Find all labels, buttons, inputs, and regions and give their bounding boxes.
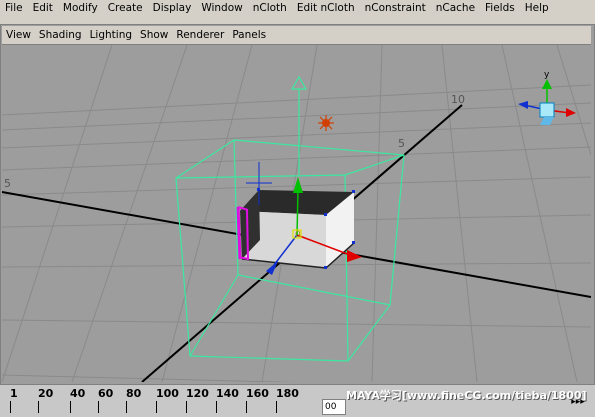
timeline-tick-mark — [186, 401, 187, 413]
grid-label-left: 5 — [4, 177, 11, 190]
viewport-panel: View Shading Lighting Show Renderer Panels — [0, 24, 595, 386]
menu-window[interactable]: Window — [196, 0, 247, 17]
view-cube-y-arrow-icon[interactable] — [542, 79, 552, 89]
viewport-canvas[interactable]: 5 10 5 0 y — [2, 45, 591, 382]
timeline-tick-label: 100 — [156, 387, 179, 400]
panel-menubar: View Shading Lighting Show Renderer Panels — [2, 26, 591, 45]
timeline-tick-mark — [98, 401, 99, 413]
panel-menu-renderer[interactable]: Renderer — [172, 26, 228, 44]
timeline-tick-label: 1 — [10, 387, 18, 400]
menu-file[interactable]: File — [0, 0, 28, 17]
timeline-tick-label: 120 — [186, 387, 209, 400]
menu-ncache[interactable]: nCache — [431, 0, 480, 17]
grid-label-right: 5 — [398, 137, 405, 150]
menu-display[interactable]: Display — [148, 0, 197, 17]
timeline-tick-label: 80 — [126, 387, 142, 400]
timeline-tick-mark — [246, 401, 247, 413]
timeline-tick-label: 20 — [38, 387, 54, 400]
manipulator-label: 0 — [295, 230, 301, 240]
menu-edit-ncloth[interactable]: Edit nCloth — [292, 0, 360, 17]
light-icon[interactable] — [318, 115, 334, 131]
view-cube-x-arrow-icon[interactable] — [566, 108, 576, 117]
x-axis-handle-icon[interactable] — [347, 250, 362, 262]
menu-nconstraint[interactable]: nConstraint — [360, 0, 431, 17]
timeline-tick-mark — [10, 401, 11, 413]
grid-label-top: 10 — [451, 93, 465, 106]
panel-menu-view[interactable]: View — [2, 26, 35, 44]
timeline-tick-mark — [38, 401, 39, 413]
main-menubar: File Edit Modify Create Display Window nCloth E… — [0, 0, 595, 17]
menu-create[interactable]: Create — [103, 0, 148, 17]
menu-ncloth[interactable]: nCloth — [248, 0, 292, 17]
menu-edit[interactable]: Edit — [28, 0, 58, 17]
view-cube-y-label: y — [544, 70, 550, 80]
time-slider[interactable]: 1 20 40 60 80 100 120 140 160 180 00 MAYA学习[www.f… — [0, 384, 595, 417]
current-frame-field[interactable]: 00 — [322, 399, 346, 415]
menu-fields[interactable]: Fields — [480, 0, 520, 17]
menu-modify[interactable]: Modify — [58, 0, 103, 17]
timeline-tick-mark — [216, 401, 217, 413]
timeline-tick-label: 160 — [246, 387, 269, 400]
perspective-viewport[interactable]: 5 10 5 0 y — [2, 45, 591, 382]
timeline-tick-label: 180 — [276, 387, 299, 400]
panel-menu-shading[interactable]: Shading — [35, 26, 86, 44]
timeline-tick-label: 140 — [216, 387, 239, 400]
timeline-tick-mark — [156, 401, 157, 413]
timeline-tick-mark — [276, 401, 277, 413]
timeline-tick-mark — [70, 401, 71, 413]
timeline-tick-label: 40 — [70, 387, 86, 400]
timeline-tick-label: 60 — [98, 387, 114, 400]
panel-menu-panels[interactable]: Panels — [228, 26, 270, 44]
watermark-text: MAYA学习[www.fineCG.com/tieba/1800] — [346, 389, 587, 402]
view-cube-z-arrow-icon[interactable] — [518, 101, 528, 109]
panel-menu-show[interactable]: Show — [136, 26, 172, 44]
menu-help[interactable]: Help — [520, 0, 554, 17]
timeline-tick-mark — [126, 401, 127, 413]
panel-menu-lighting[interactable]: Lighting — [86, 26, 136, 44]
play-forward-button[interactable]: ▸▸▸ — [566, 393, 590, 411]
